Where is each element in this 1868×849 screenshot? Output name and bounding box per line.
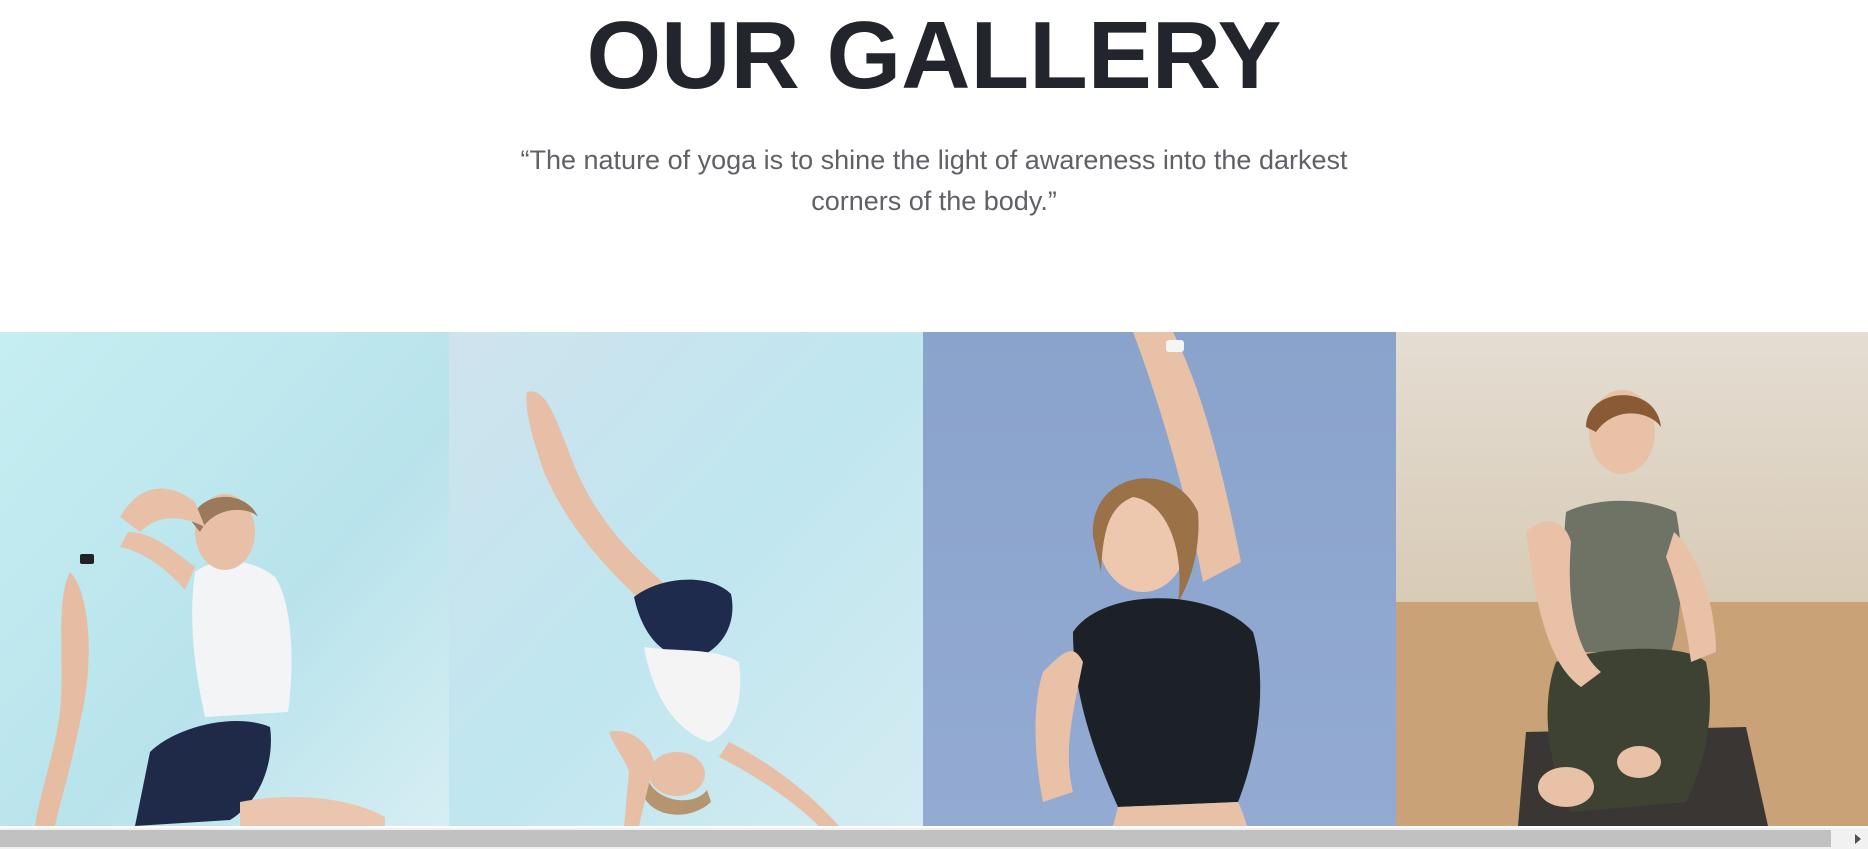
- yoga-photo-seated-twist: [1396, 332, 1868, 826]
- yoga-photo-side-stretch: [923, 332, 1396, 826]
- gallery-photo-4[interactable]: [1396, 332, 1868, 826]
- gallery-photo-1[interactable]: [0, 332, 449, 826]
- page-title: OUR GALLERY: [586, 2, 1282, 109]
- gallery-photo-2[interactable]: [449, 332, 923, 826]
- arrow-right-icon: [1854, 833, 1861, 844]
- yoga-photo-standing-split: [449, 332, 923, 826]
- scrollbar-thumb[interactable]: [0, 830, 1831, 847]
- gallery-strip: [0, 332, 1868, 826]
- gallery-page: OUR GALLERY “The nature of yoga is to sh…: [0, 0, 1868, 849]
- horizontal-scrollbar[interactable]: [0, 828, 1868, 849]
- gallery-photo-3[interactable]: [923, 332, 1396, 826]
- gallery-header: OUR GALLERY: [0, 0, 1868, 106]
- scroll-right-button[interactable]: [1847, 828, 1868, 849]
- gallery-quote: “The nature of yoga is to shine the ligh…: [520, 145, 1348, 216]
- yoga-photo-king-pigeon-pose: [0, 332, 449, 826]
